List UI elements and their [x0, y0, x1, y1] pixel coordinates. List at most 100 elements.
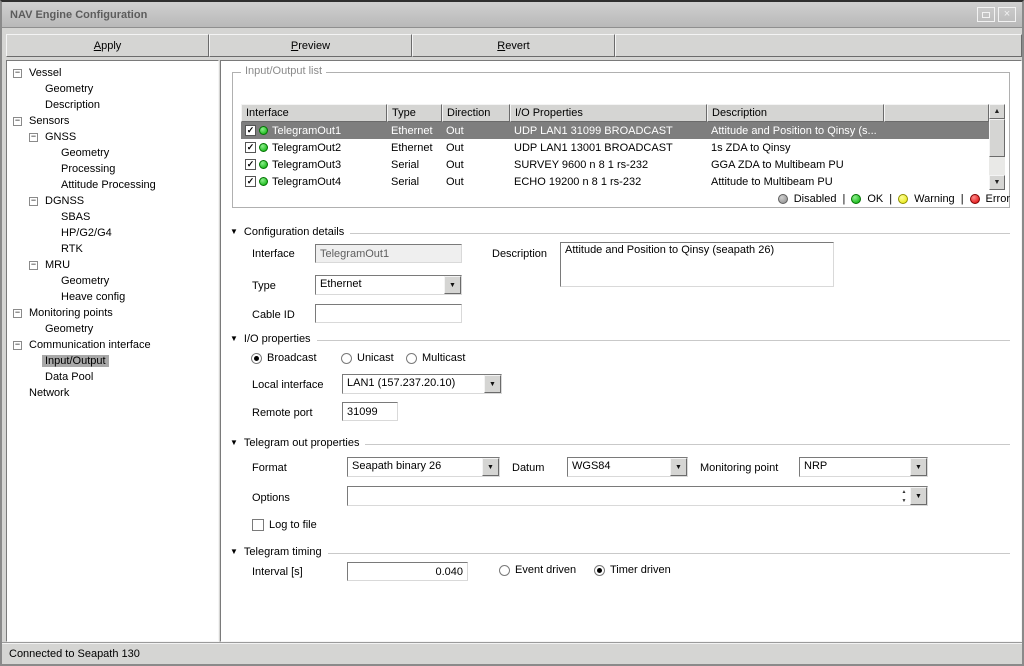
- apply-button[interactable]: Apply: [6, 34, 209, 57]
- broadcast-radio[interactable]: Broadcast: [251, 352, 317, 364]
- log-to-file-checkbox[interactable]: Log to file: [252, 519, 317, 531]
- monitoring-point-label: Monitoring point: [700, 462, 778, 474]
- radio-circle-icon: [251, 353, 262, 364]
- row-enabled-checkbox[interactable]: ✓: [245, 176, 256, 187]
- tree-expander-icon[interactable]: −: [29, 133, 38, 142]
- format-label: Format: [252, 462, 287, 474]
- section-telegram-timing[interactable]: ▼ Telegram timing: [230, 545, 1010, 559]
- tree-item-label: Input/Output: [42, 355, 109, 367]
- options-combo[interactable]: ▲ ▼ ▼: [347, 486, 928, 506]
- format-dropdown[interactable]: Seapath binary 26 ▼: [347, 457, 500, 477]
- status-ok-icon: [259, 160, 268, 169]
- interval-input[interactable]: [347, 562, 468, 581]
- tree-item-vessel[interactable]: −Vessel: [7, 65, 218, 81]
- legend-label: Error: [986, 193, 1010, 205]
- column-header-interface[interactable]: Interface: [241, 104, 387, 122]
- tree-item-processing[interactable]: Processing: [7, 161, 218, 177]
- tree-item-label: Monitoring points: [26, 307, 116, 319]
- dropdown-button[interactable]: ▼: [444, 276, 461, 294]
- tree-item-label: Geometry: [58, 147, 112, 159]
- remote-port-input[interactable]: [342, 402, 398, 421]
- tree-item-communication-interface[interactable]: −Communication interface: [7, 337, 218, 353]
- column-header-type[interactable]: Type: [387, 104, 442, 122]
- preview-button[interactable]: Preview: [209, 34, 412, 57]
- tree-item-dgnss[interactable]: −DGNSS: [7, 193, 218, 209]
- tree-item-vessel-geometry[interactable]: Geometry: [7, 81, 218, 97]
- unicast-radio[interactable]: Unicast: [341, 352, 394, 364]
- tree-item-mru-geometry[interactable]: Geometry: [7, 273, 218, 289]
- cable-id-input[interactable]: [315, 304, 462, 323]
- column-header-direction[interactable]: Direction: [442, 104, 510, 122]
- interface-input[interactable]: [315, 244, 462, 263]
- tree-item-label: Geometry: [58, 275, 112, 287]
- check-icon: ✓: [247, 143, 255, 152]
- tree-item-attitude-processing[interactable]: Attitude Processing: [7, 177, 218, 193]
- chevron-down-icon: ▼: [449, 282, 456, 289]
- options-spinner[interactable]: ▲ ▼: [898, 487, 910, 505]
- tree-item-label: Heave config: [58, 291, 128, 303]
- table-row[interactable]: ✓TelegramOut1 Ethernet Out UDP LAN1 3109…: [241, 122, 989, 139]
- section-io-properties[interactable]: ▼ I/O properties: [230, 332, 1010, 346]
- tree-item-network[interactable]: Network: [7, 385, 218, 401]
- datum-dropdown[interactable]: WGS84 ▼: [567, 457, 688, 477]
- tree-item-description[interactable]: Description: [7, 97, 218, 113]
- table-row[interactable]: ✓TelegramOut3 Serial Out SURVEY 9600 n 8…: [241, 156, 989, 173]
- tree-item-gnss[interactable]: −GNSS: [7, 129, 218, 145]
- tree-item-data-pool[interactable]: Data Pool: [7, 369, 218, 385]
- status-text: Connected to Seapath 130: [9, 648, 140, 660]
- dropdown-button[interactable]: ▼: [910, 487, 927, 505]
- groupbox-title: Input/Output list: [241, 65, 326, 77]
- spin-up-icon: ▲: [898, 487, 910, 496]
- tree-item-sensors[interactable]: −Sensors: [7, 113, 218, 129]
- tree-item-sbas[interactable]: SBAS: [7, 209, 218, 225]
- table-row[interactable]: ✓TelegramOut4 Serial Out ECHO 19200 n 8 …: [241, 173, 989, 190]
- table-header: Interface Type Direction I/O Properties …: [241, 104, 989, 122]
- dropdown-button[interactable]: ▼: [910, 458, 927, 476]
- datum-label: Datum: [512, 462, 544, 474]
- tree-expander-icon[interactable]: −: [29, 261, 38, 270]
- tree-expander-icon[interactable]: −: [29, 197, 38, 206]
- monitoring-point-dropdown[interactable]: NRP ▼: [799, 457, 928, 477]
- status-bar: Connected to Seapath 130: [2, 642, 1022, 664]
- tree-item-hp-g2-g4[interactable]: HP/G2/G4: [7, 225, 218, 241]
- tree-item-label: MRU: [42, 259, 73, 271]
- row-enabled-checkbox[interactable]: ✓: [245, 159, 256, 170]
- section-telegram-out-properties[interactable]: ▼ Telegram out properties: [230, 436, 1010, 450]
- tree-item-heave-config[interactable]: Heave config: [7, 289, 218, 305]
- local-interface-dropdown[interactable]: LAN1 (157.237.20.10) ▼: [342, 374, 502, 394]
- tree-expander-icon[interactable]: −: [13, 69, 22, 78]
- table-row[interactable]: ✓TelegramOut2 Ethernet Out UDP LAN1 1300…: [241, 139, 989, 156]
- tree-item-monitoring-points[interactable]: −Monitoring points: [7, 305, 218, 321]
- tree-expander-icon[interactable]: −: [13, 309, 22, 318]
- tree-item-monitoring-geometry[interactable]: Geometry: [7, 321, 218, 337]
- row-enabled-checkbox[interactable]: ✓: [245, 125, 256, 136]
- tree-item-input-output[interactable]: Input/Output: [7, 353, 218, 369]
- tree-item-gnss-geometry[interactable]: Geometry: [7, 145, 218, 161]
- section-configuration-details[interactable]: ▼ Configuration details: [230, 225, 1010, 239]
- close-button[interactable]: ×: [998, 7, 1016, 22]
- tree-expander-icon[interactable]: −: [13, 117, 22, 126]
- revert-button[interactable]: Revert: [412, 34, 615, 57]
- scroll-down-button[interactable]: ▼: [989, 175, 1005, 190]
- type-dropdown[interactable]: Ethernet ▼: [315, 275, 462, 295]
- title-bar[interactable]: NAV Engine Configuration ×: [2, 2, 1022, 28]
- column-header-description[interactable]: Description: [707, 104, 884, 122]
- row-enabled-checkbox[interactable]: ✓: [245, 142, 256, 153]
- table-scrollbar[interactable]: ▲ ▼: [989, 104, 1005, 190]
- tree-expander-icon[interactable]: −: [13, 341, 22, 350]
- timer-driven-radio[interactable]: Timer driven: [594, 564, 671, 576]
- tree-item-rtk[interactable]: RTK: [7, 241, 218, 257]
- column-header-io-properties[interactable]: I/O Properties: [510, 104, 707, 122]
- dropdown-button[interactable]: ▼: [484, 375, 501, 393]
- maximize-button[interactable]: [977, 7, 995, 22]
- tree-item-mru[interactable]: −MRU: [7, 257, 218, 273]
- dropdown-button[interactable]: ▼: [670, 458, 687, 476]
- check-icon: ✓: [247, 160, 255, 169]
- dropdown-button[interactable]: ▼: [482, 458, 499, 476]
- scroll-up-button[interactable]: ▲: [989, 104, 1005, 119]
- description-textarea[interactable]: Attitude and Position to Qinsy (seapath …: [560, 242, 834, 287]
- multicast-radio[interactable]: Multicast: [406, 352, 465, 364]
- event-driven-radio[interactable]: Event driven: [499, 564, 576, 576]
- scroll-thumb[interactable]: [989, 119, 1005, 157]
- collapse-triangle-icon: ▼: [230, 335, 238, 343]
